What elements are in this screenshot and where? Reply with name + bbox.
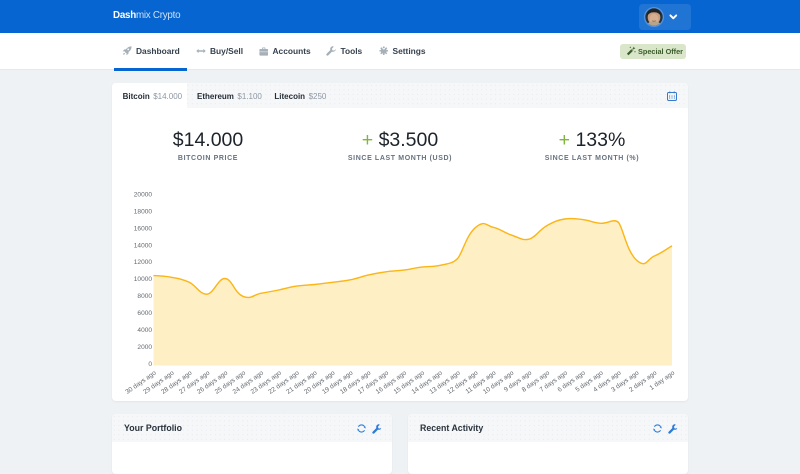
svg-text:18000: 18000: [134, 208, 153, 215]
svg-text:16000: 16000: [134, 225, 153, 232]
svg-text:14000: 14000: [134, 242, 153, 249]
svg-text:12000: 12000: [134, 259, 153, 266]
svg-text:8000: 8000: [137, 293, 152, 300]
svg-text:20000: 20000: [134, 192, 153, 199]
svg-text:4000: 4000: [137, 327, 152, 334]
svg-text:6000: 6000: [137, 310, 152, 317]
svg-text:0: 0: [148, 361, 152, 368]
svg-text:10000: 10000: [134, 276, 153, 283]
svg-text:2000: 2000: [137, 344, 152, 351]
